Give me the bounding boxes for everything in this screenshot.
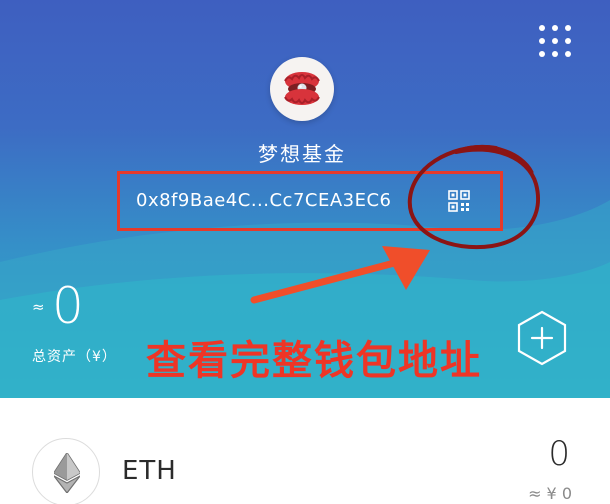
token-symbol: ETH (122, 456, 177, 486)
add-hexagon-icon (517, 310, 567, 366)
token-amount: 0 (548, 434, 570, 474)
total-balance-value: 0 (52, 277, 84, 335)
wallet-header-card: 梦想基金 0x8f9Bae4C...Cc7CEA3EC6 ≈ 0 总资产（¥） … (0, 0, 610, 398)
add-token-button[interactable] (512, 308, 572, 368)
wallet-address: 0x8f9Bae4C...Cc7CEA3EC6 (136, 190, 392, 211)
annotation-caption: 查看完整钱包地址 (146, 338, 482, 384)
oyster-pearl-icon (284, 72, 320, 105)
token-list: ETH 0 ≈ ¥ 0 (0, 398, 610, 504)
wallet-screen: 梦想基金 0x8f9Bae4C...Cc7CEA3EC6 ≈ 0 总资产（¥） … (0, 0, 610, 504)
token-fiat-value: ≈ ¥ 0 (528, 484, 572, 503)
annotation-arrow-icon (250, 246, 430, 304)
token-row-eth[interactable]: ETH 0 ≈ ¥ 0 (0, 398, 610, 504)
wallet-avatar (270, 57, 334, 121)
ethereum-icon (32, 438, 100, 504)
total-assets-label: 总资产（¥） (32, 349, 117, 365)
menu-grid-icon[interactable] (534, 22, 576, 60)
balance-approx-sign: ≈ (32, 298, 45, 316)
